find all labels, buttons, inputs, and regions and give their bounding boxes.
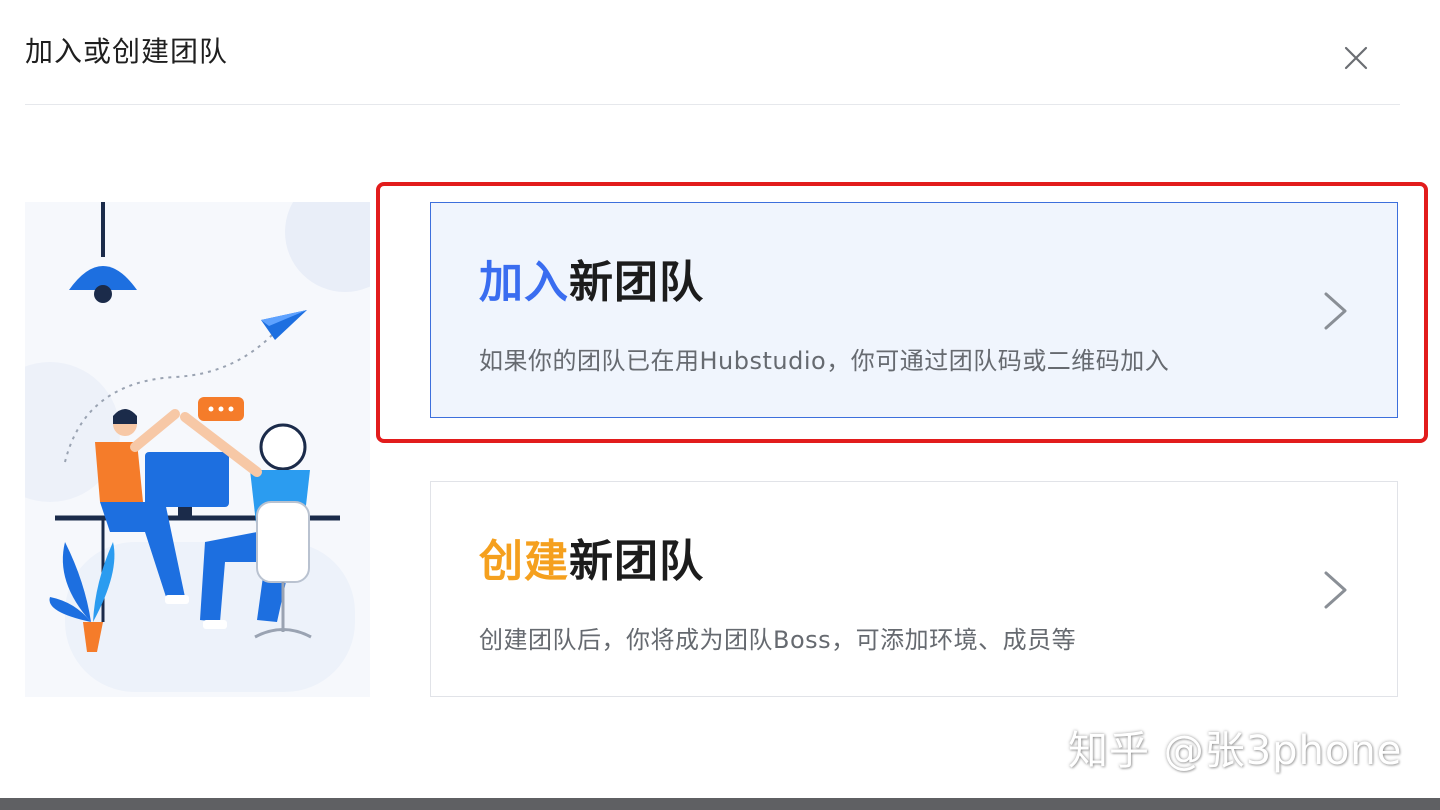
create-heading-rest: 新团队 bbox=[569, 536, 704, 587]
dialog-title: 加入或创建团队 bbox=[25, 35, 229, 68]
join-heading-rest: 新团队 bbox=[569, 257, 704, 308]
chevron-right-icon bbox=[1324, 571, 1347, 609]
header-divider bbox=[25, 104, 1400, 105]
close-icon[interactable] bbox=[1344, 46, 1368, 70]
create-heading-accent: 创建 bbox=[479, 536, 569, 587]
create-team-card[interactable]: 创建新团队 创建团队后，你将成为团队Boss，可添加环境、成员等 bbox=[430, 481, 1398, 697]
chevron-right-icon bbox=[1324, 292, 1347, 330]
watermark: 知乎 @张3phone bbox=[1068, 728, 1403, 774]
join-heading-accent: 加入 bbox=[479, 257, 569, 308]
create-team-description: 创建团队后，你将成为团队Boss，可添加环境、成员等 bbox=[479, 626, 1077, 654]
create-team-heading: 创建新团队 bbox=[479, 534, 704, 590]
join-team-description: 如果你的团队已在用Hubstudio，你可通过团队码或二维码加入 bbox=[479, 347, 1170, 375]
join-team-card[interactable]: 加入新团队 如果你的团队已在用Hubstudio，你可通过团队码或二维码加入 bbox=[430, 202, 1398, 418]
join-team-heading: 加入新团队 bbox=[479, 255, 704, 311]
team-illustration bbox=[25, 202, 370, 697]
close-button[interactable] bbox=[1330, 36, 1382, 80]
bottom-bar bbox=[0, 798, 1440, 810]
